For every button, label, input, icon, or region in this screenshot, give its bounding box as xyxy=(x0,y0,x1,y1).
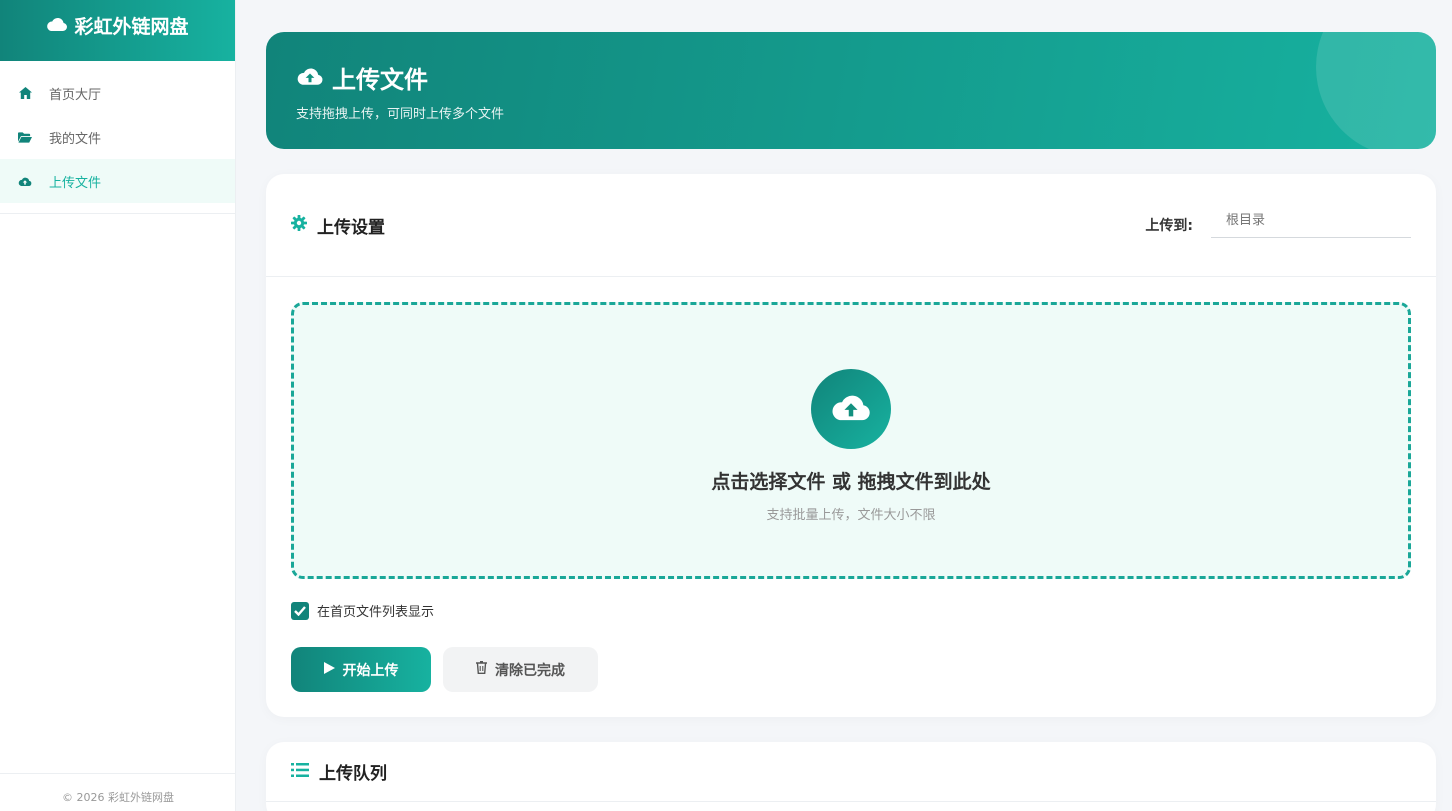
dropzone-title: 点击选择文件 或 拖拽文件到此处 xyxy=(711,470,991,493)
upload-actions: 开始上传 清除已完成 xyxy=(291,647,1411,692)
sidebar-item-my-files[interactable]: 我的文件 xyxy=(0,115,235,159)
sidebar-item-upload[interactable]: 上传文件 xyxy=(0,159,235,203)
page-title-text: 上传文件 xyxy=(332,66,428,94)
page-header-banner: 上传文件 支持拖拽上传，可同时上传多个文件 xyxy=(266,32,1436,149)
sidebar: 彩虹外链网盘 首页大厅 我的文件 上传文件 © 2026 彩虹外链网盘 xyxy=(0,0,236,811)
upload-queue-title: 上传队列 xyxy=(291,759,387,784)
upload-settings-card: 上传设置 上传到: 点击选择文件 或 拖拽文件到此处 支持批量上传，文件大小不限 xyxy=(266,174,1436,717)
upload-settings-title-text: 上传设置 xyxy=(317,217,385,238)
trash-icon xyxy=(476,661,495,678)
upload-to-label: 上传到: xyxy=(1145,218,1193,234)
brand[interactable]: 彩虹外链网盘 xyxy=(0,0,235,61)
sidebar-item-label: 上传文件 xyxy=(49,175,102,191)
upload-settings-title: 上传设置 xyxy=(291,213,385,238)
decorative-circle xyxy=(1316,32,1436,149)
upload-queue-header: 上传队列 xyxy=(266,742,1436,802)
cloud-upload-icon xyxy=(830,392,872,426)
show-on-home-option: 在首页文件列表显示 xyxy=(291,601,1411,620)
sidebar-item-label: 首页大厅 xyxy=(49,87,102,103)
page-subtitle: 支持拖拽上传，可同时上传多个文件 xyxy=(296,107,505,122)
play-icon xyxy=(323,661,343,678)
sidebar-footer: © 2026 彩虹外链网盘 xyxy=(0,773,236,811)
start-upload-label: 开始上传 xyxy=(342,662,399,679)
list-icon xyxy=(291,762,319,782)
folder-open-icon xyxy=(18,130,32,144)
upload-settings-header: 上传设置 上传到: xyxy=(266,174,1436,277)
start-upload-button[interactable]: 开始上传 xyxy=(291,647,431,692)
brand-title: 彩虹外链网盘 xyxy=(74,16,189,38)
clear-completed-label: 清除已完成 xyxy=(495,662,565,679)
cloud-upload-icon xyxy=(18,174,32,188)
sidebar-nav: 首页大厅 我的文件 上传文件 xyxy=(0,61,235,214)
sidebar-item-home[interactable]: 首页大厅 xyxy=(0,71,235,115)
dropzone-subtitle: 支持批量上传，文件大小不限 xyxy=(766,507,936,523)
upload-settings-body: 点击选择文件 或 拖拽文件到此处 支持批量上传，文件大小不限 在首页文件列表显示… xyxy=(266,277,1436,717)
file-dropzone[interactable]: 点击选择文件 或 拖拽文件到此处 支持批量上传，文件大小不限 xyxy=(291,302,1411,579)
directory-input[interactable] xyxy=(1211,204,1411,238)
show-on-home-label: 在首页文件列表显示 xyxy=(317,605,435,620)
dropzone-upload-circle xyxy=(811,368,891,449)
cloud-upload-icon xyxy=(296,64,332,92)
sidebar-item-label: 我的文件 xyxy=(49,131,102,147)
upload-queue-title-text: 上传队列 xyxy=(319,764,387,784)
page-title: 上传文件 xyxy=(296,60,1406,95)
show-on-home-checkbox[interactable] xyxy=(291,601,309,620)
upload-queue-card: 上传队列 xyxy=(266,742,1436,811)
home-icon xyxy=(18,86,32,100)
cloud-icon xyxy=(46,15,74,37)
main-content: 上传文件 支持拖拽上传，可同时上传多个文件 上传设置 上传到: 根目录 点击选择… xyxy=(266,32,1436,811)
clear-completed-button[interactable]: 清除已完成 xyxy=(443,647,598,692)
gear-icon xyxy=(291,214,317,236)
